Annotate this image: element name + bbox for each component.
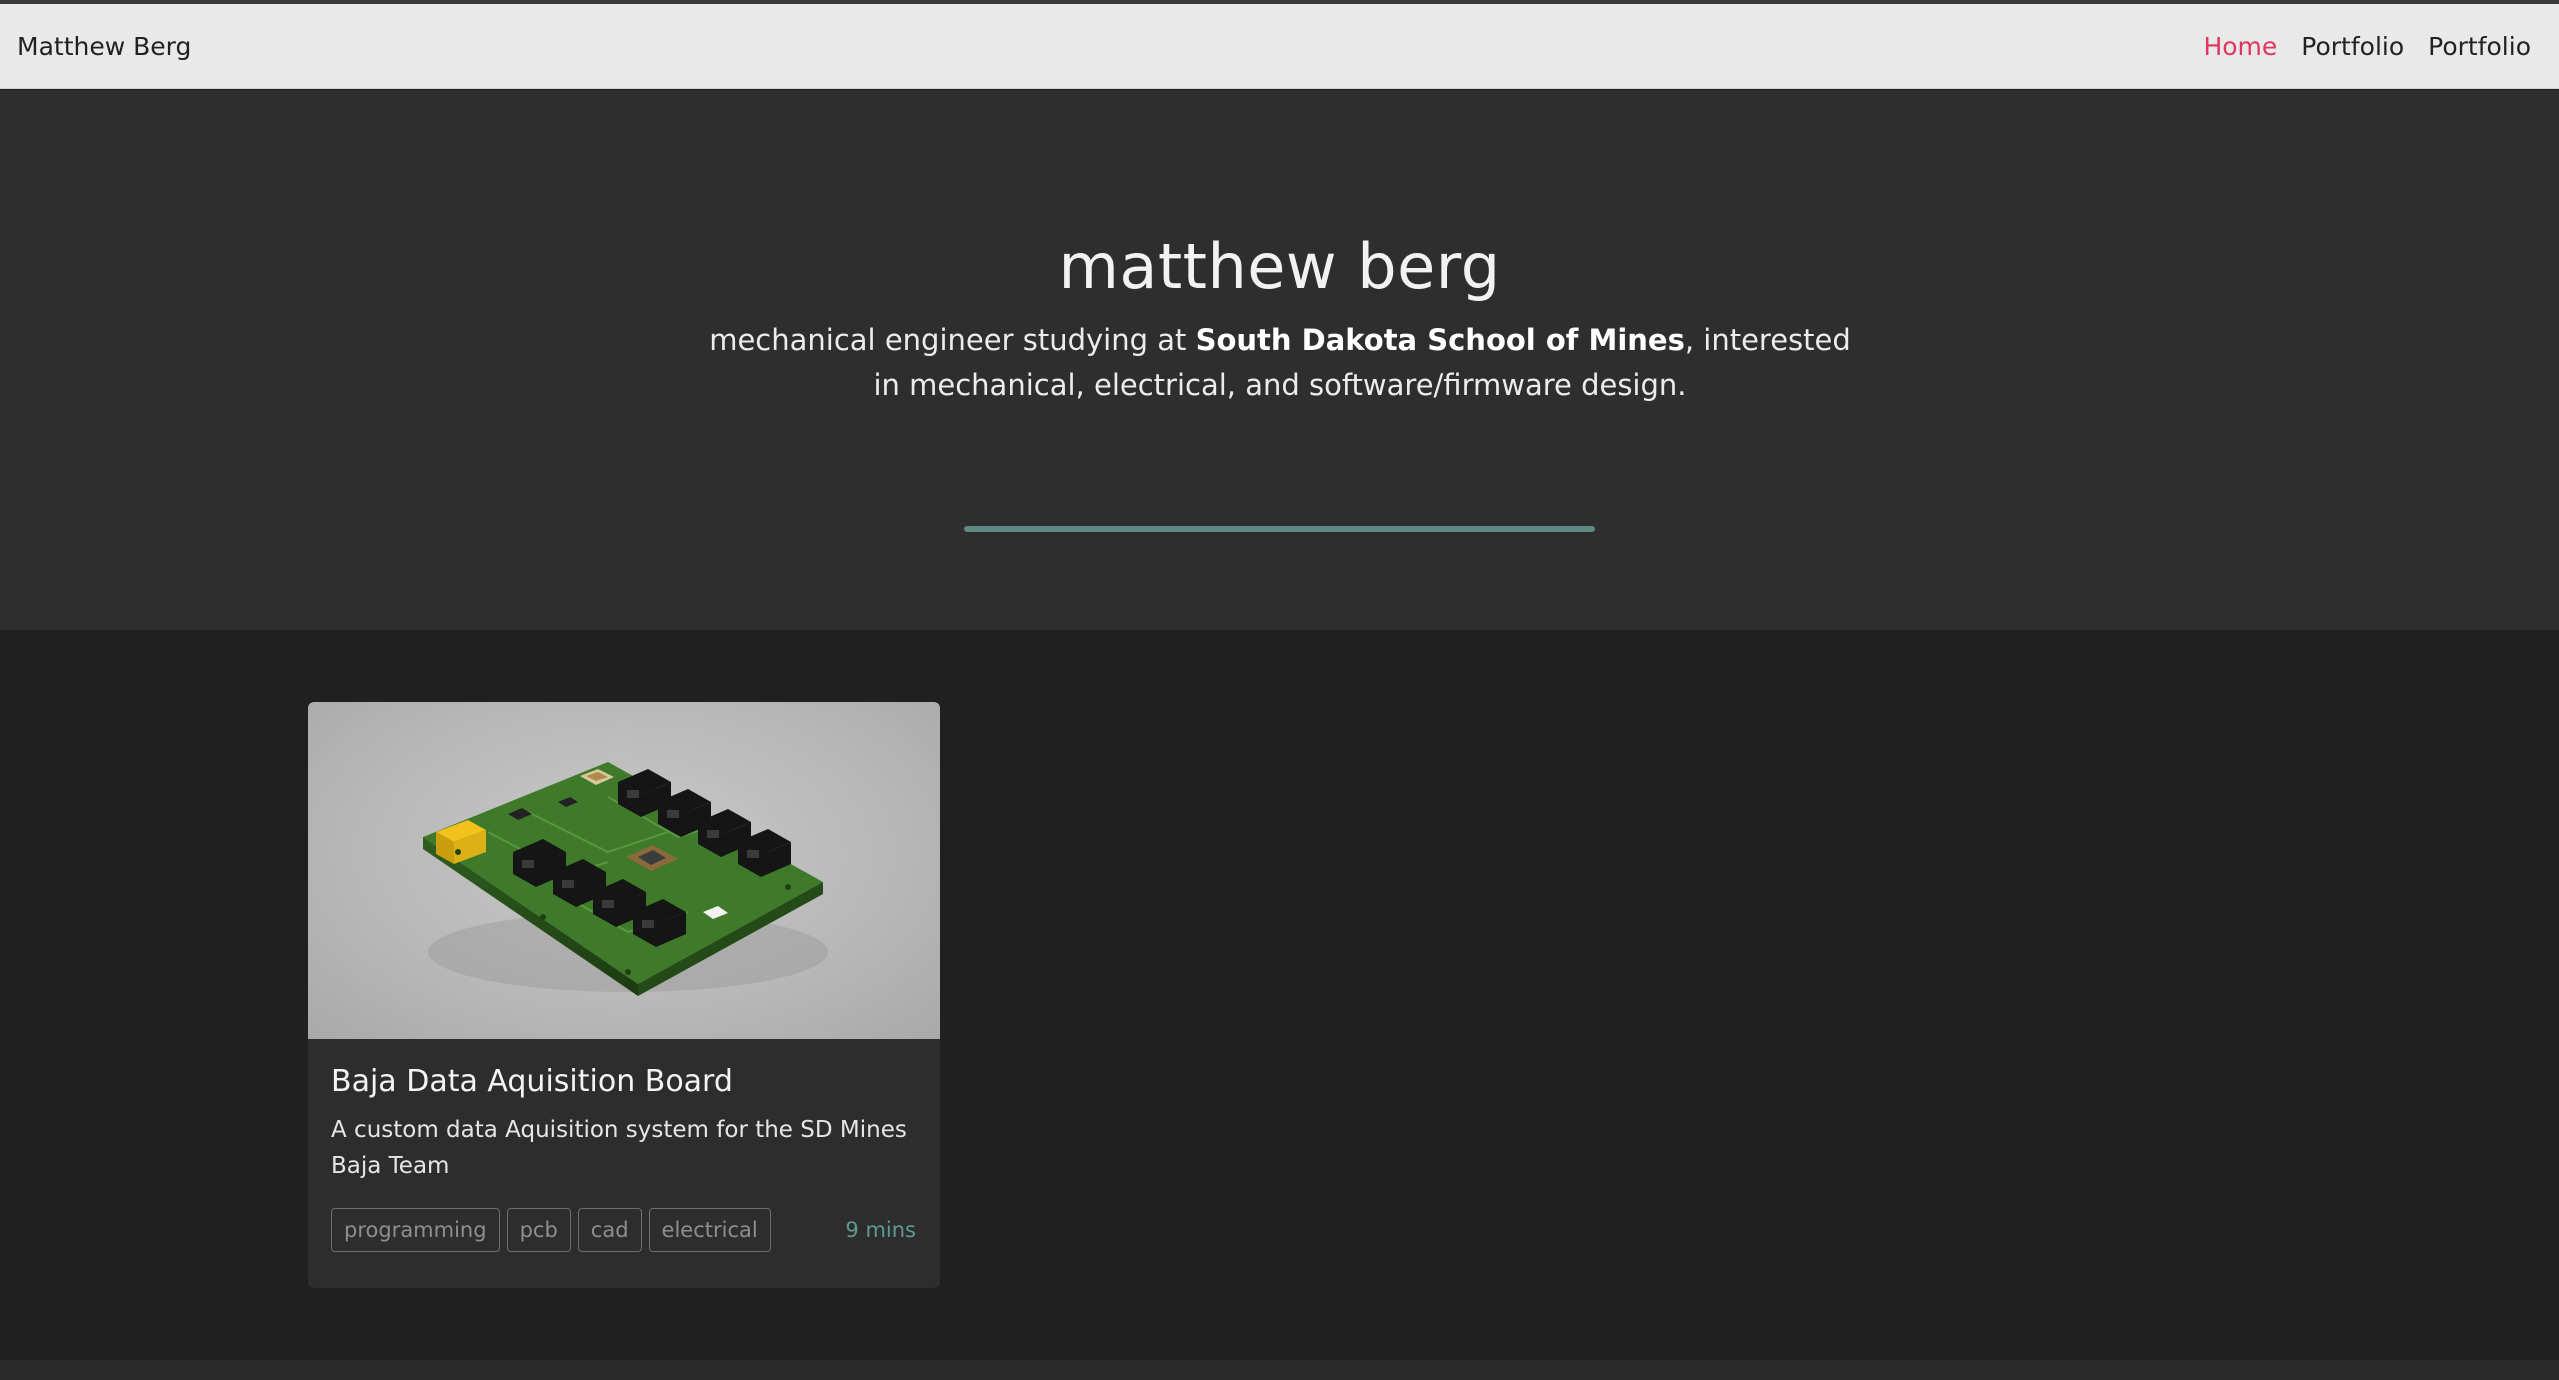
card-tags: programming pcb cad electrical	[331, 1208, 778, 1252]
nav-home-link[interactable]: Home	[2203, 32, 2277, 61]
pcb-render-image[interactable]	[308, 702, 940, 1039]
hero-section: matthew berg mechanical engineer studyin…	[0, 90, 2559, 630]
nav-portfolio-link[interactable]: Portfolio	[2301, 32, 2404, 61]
read-time: 9 mins	[845, 1218, 916, 1242]
tag-electrical[interactable]: electrical	[648, 1208, 771, 1252]
nav-links: Home Portfolio Portfolio	[2179, 4, 2531, 89]
card-title[interactable]: Baja Data Aquisition Board	[331, 1064, 733, 1099]
tag-pcb[interactable]: pcb	[506, 1208, 571, 1252]
hero-divider	[964, 526, 1595, 532]
tag-programming[interactable]: programming	[331, 1208, 500, 1252]
pcb-render-icon	[423, 762, 828, 996]
nav-portfolio-link-2[interactable]: Portfolio	[2428, 32, 2531, 61]
hero-subtitle-school: South Dakota School of Mines	[1195, 323, 1685, 357]
navbar: Matthew Berg Home Portfolio Portfolio	[0, 4, 2559, 89]
tag-cad[interactable]: cad	[577, 1208, 642, 1252]
hero-subtitle-pre: mechanical engineer studying at	[709, 323, 1196, 357]
portfolio-content: Baja Data Aquisition Board A custom data…	[0, 630, 2559, 1360]
footer-strip	[0, 1360, 2559, 1380]
hero-subtitle: mechanical engineer studying at South Da…	[700, 318, 1860, 408]
brand-link[interactable]: Matthew Berg	[17, 4, 191, 89]
hero-title: matthew berg	[1058, 230, 1501, 303]
project-card[interactable]: Baja Data Aquisition Board A custom data…	[308, 702, 940, 1288]
card-description: A custom data Aquisition system for the …	[331, 1117, 907, 1179]
